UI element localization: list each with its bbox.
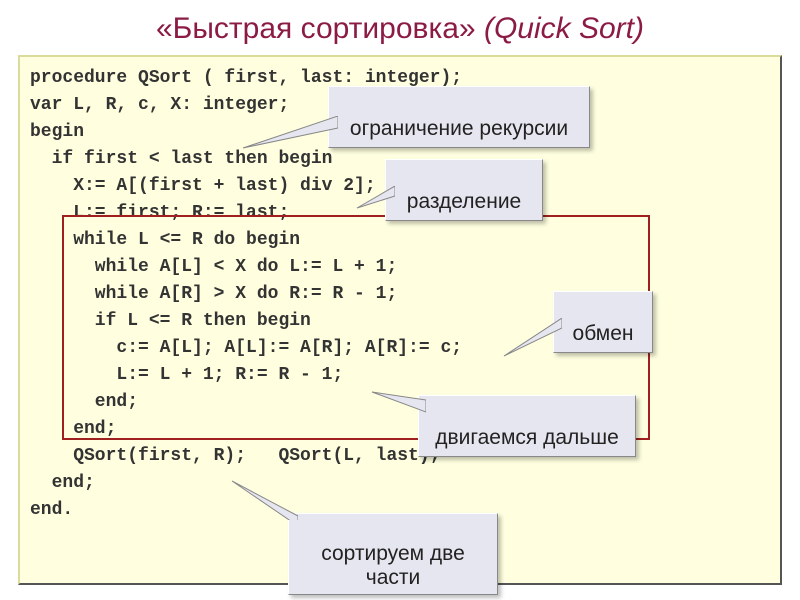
title-prefix: «Быстрая сортировка»	[156, 12, 476, 45]
callout-label: ограничение рекурсии	[350, 117, 568, 140]
callout-move-on: двигаемся дальше	[418, 395, 636, 457]
callout-label: двигаемся дальше	[435, 426, 619, 449]
title-suffix: (Quick Sort)	[484, 12, 644, 45]
code-line: while A[L] < X do L:= L + 1;	[30, 257, 397, 277]
callout-label: разделение	[407, 190, 521, 213]
code-line: if L <= R then begin	[30, 311, 311, 331]
code-line: if first < last then begin	[30, 149, 332, 169]
code-line: end;	[30, 392, 138, 412]
code-line: c:= A[L]; A[L]:= A[R]; A[R]:= c;	[30, 338, 462, 358]
code-line: QSort(first, R); QSort(L, last);	[30, 446, 440, 466]
code-line: X:= A[(first + last) div 2];	[30, 176, 376, 196]
callout-label: обмен	[573, 322, 634, 345]
callout-recurse-parts: сортируем две части	[288, 513, 498, 595]
callout-recursion-limit: ограничение рекурсии	[328, 86, 590, 148]
callout-label: сортируем две части	[321, 542, 465, 589]
code-line: begin	[30, 122, 84, 142]
code-line: L:= L + 1; R:= R - 1;	[30, 365, 343, 385]
slide-title: «Быстрая сортировка» (Quick Sort)	[0, 0, 800, 54]
callout-swap: обмен	[553, 291, 653, 353]
code-line: procedure QSort ( first, last: integer);	[30, 68, 462, 88]
code-line: while A[R] > X do R:= R - 1;	[30, 284, 397, 304]
code-line: while L <= R do begin	[30, 230, 300, 250]
code-line: L:= first; R:= last;	[30, 203, 289, 223]
code-line: var L, R, c, X: integer;	[30, 95, 289, 115]
code-line: end;	[30, 473, 95, 493]
code-line: end.	[30, 500, 73, 520]
code-line: end;	[30, 419, 116, 439]
callout-partition: разделение	[385, 159, 543, 221]
